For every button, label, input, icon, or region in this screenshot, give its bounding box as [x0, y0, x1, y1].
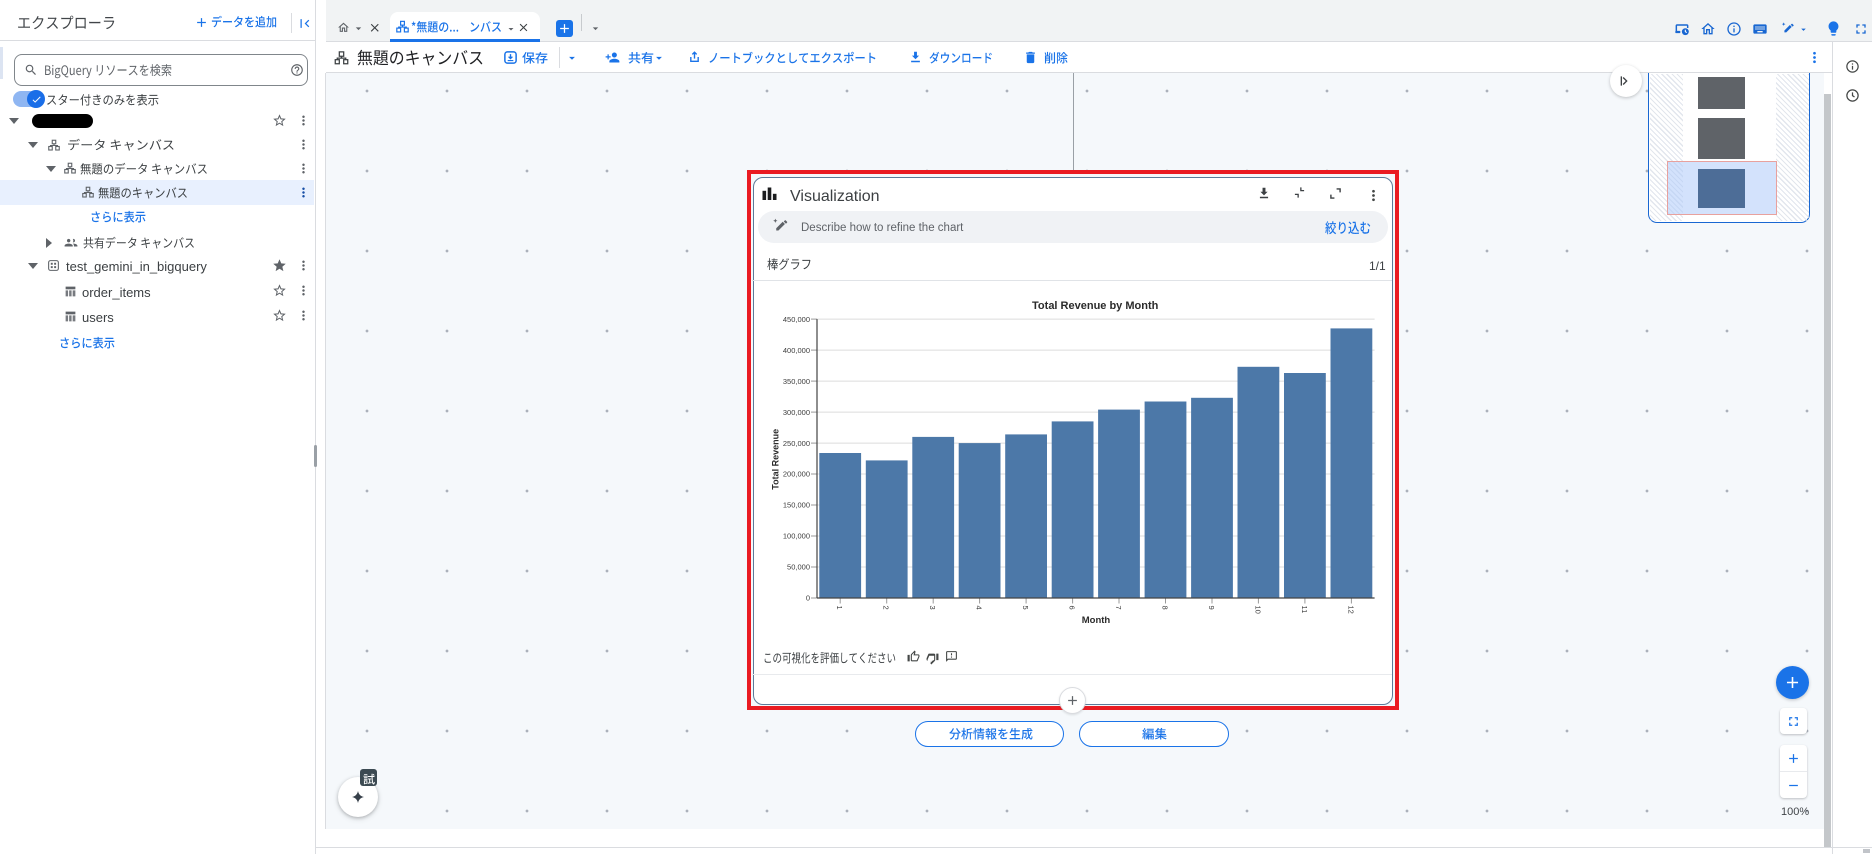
svg-text:3: 3 — [928, 606, 937, 610]
svg-text:50,000: 50,000 — [787, 563, 810, 572]
svg-text:5: 5 — [1021, 606, 1030, 610]
svg-text:1: 1 — [835, 606, 844, 610]
svg-text:250,000: 250,000 — [783, 439, 810, 448]
svg-text:2: 2 — [882, 606, 891, 610]
svg-text:9: 9 — [1207, 606, 1216, 610]
svg-text:450,000: 450,000 — [783, 315, 810, 324]
svg-text:350,000: 350,000 — [783, 377, 810, 386]
svg-text:300,000: 300,000 — [783, 408, 810, 417]
svg-text:100,000: 100,000 — [783, 532, 810, 541]
svg-text:Total Revenue by Month: Total Revenue by Month — [1032, 300, 1159, 312]
svg-text:12: 12 — [1346, 606, 1355, 614]
svg-text:150,000: 150,000 — [783, 501, 810, 510]
svg-text:8: 8 — [1161, 606, 1170, 610]
svg-text:0: 0 — [806, 594, 810, 603]
svg-text:400,000: 400,000 — [783, 346, 810, 355]
svg-text:7: 7 — [1114, 606, 1123, 610]
svg-text:6: 6 — [1068, 606, 1077, 610]
svg-text:11: 11 — [1300, 606, 1309, 614]
svg-text:10: 10 — [1253, 606, 1262, 614]
svg-text:4: 4 — [975, 606, 984, 610]
svg-text:Month: Month — [1082, 615, 1111, 626]
svg-text:Total Revenue: Total Revenue — [771, 429, 781, 490]
svg-text:200,000: 200,000 — [783, 470, 810, 479]
